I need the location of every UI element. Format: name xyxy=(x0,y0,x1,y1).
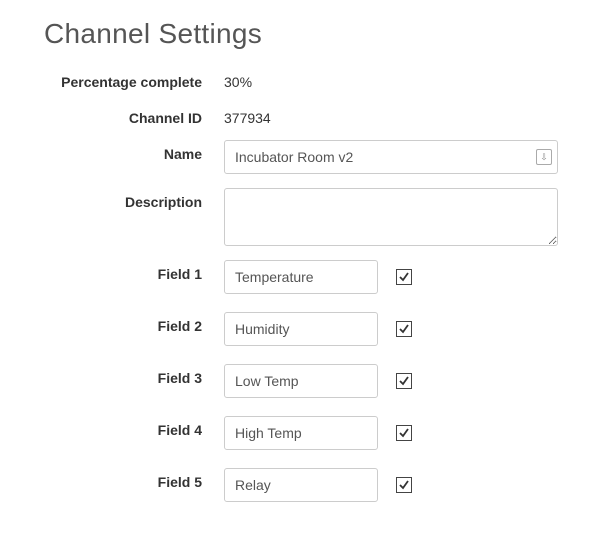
field-1-label: Field 1 xyxy=(44,260,224,282)
field-4-input[interactable] xyxy=(224,416,378,450)
field-5-input[interactable] xyxy=(224,468,378,502)
field-3-label: Field 3 xyxy=(44,364,224,386)
row-field-1: Field 1 xyxy=(44,260,570,294)
percentage-complete-value: 30% xyxy=(224,68,252,90)
channel-id-value: 377934 xyxy=(224,104,271,126)
row-field-4: Field 4 xyxy=(44,416,570,450)
field-5-checkbox[interactable] xyxy=(396,477,412,493)
field-2-input[interactable] xyxy=(224,312,378,346)
check-icon xyxy=(398,375,410,387)
field-1-input[interactable] xyxy=(224,260,378,294)
check-icon xyxy=(398,323,410,335)
row-field-5: Field 5 xyxy=(44,468,570,502)
field-5-label: Field 5 xyxy=(44,468,224,490)
field-3-checkbox[interactable] xyxy=(396,373,412,389)
description-label: Description xyxy=(44,188,224,210)
row-name: Name ⇩ xyxy=(44,140,570,174)
row-percentage-complete: Percentage complete 30% xyxy=(44,68,570,90)
autofill-icon[interactable]: ⇩ xyxy=(536,149,552,165)
row-field-2: Field 2 xyxy=(44,312,570,346)
row-description: Description xyxy=(44,188,570,246)
row-channel-id: Channel ID 377934 xyxy=(44,104,570,126)
check-icon xyxy=(398,271,410,283)
field-4-checkbox[interactable] xyxy=(396,425,412,441)
check-icon xyxy=(398,479,410,491)
percentage-complete-label: Percentage complete xyxy=(44,68,224,90)
page-title: Channel Settings xyxy=(44,18,570,50)
field-4-label: Field 4 xyxy=(44,416,224,438)
row-field-3: Field 3 xyxy=(44,364,570,398)
name-label: Name xyxy=(44,140,224,162)
field-2-label: Field 2 xyxy=(44,312,224,334)
channel-name-input[interactable] xyxy=(224,140,558,174)
field-1-checkbox[interactable] xyxy=(396,269,412,285)
field-2-checkbox[interactable] xyxy=(396,321,412,337)
channel-id-label: Channel ID xyxy=(44,104,224,126)
field-3-input[interactable] xyxy=(224,364,378,398)
description-textarea[interactable] xyxy=(224,188,558,246)
check-icon xyxy=(398,427,410,439)
